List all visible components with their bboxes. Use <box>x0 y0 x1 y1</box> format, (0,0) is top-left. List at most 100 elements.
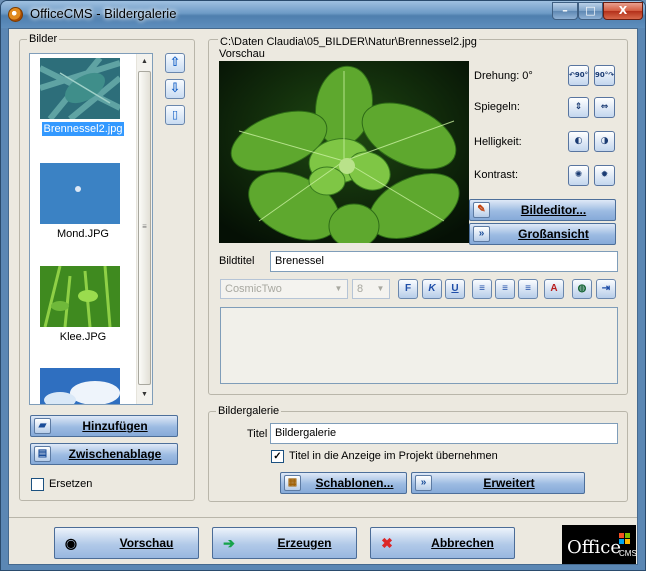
gallery-title-input[interactable]: Bildergalerie <box>270 423 618 444</box>
flip-horizontal-icon: ⇔ <box>600 102 609 112</box>
flip-vertical-icon: ⇕ <box>574 102 583 112</box>
chevron-down-icon: ▼ <box>376 284 385 293</box>
font-size-value: 8 <box>357 283 364 295</box>
list-item[interactable]: Klee.JPG <box>30 266 136 346</box>
font-family-select[interactable]: CosmicTwo ▼ <box>220 279 348 299</box>
scroll-up-icon[interactable]: ▲ <box>137 54 152 70</box>
large-view-button-label: Großansicht <box>518 227 589 241</box>
italic-button[interactable]: K <box>422 279 442 299</box>
brightness-down-icon: ◐ <box>574 136 583 146</box>
preview-button[interactable]: ◉ Vorschau <box>54 527 199 559</box>
large-view-button[interactable]: » Großansicht <box>469 223 616 245</box>
rotate-right-button[interactable]: 90°↷ <box>594 65 615 86</box>
list-item[interactable]: Mond.JPG <box>30 163 136 243</box>
image-path: C:\Daten Claudia\05_BILDER\Natur\Brennes… <box>218 36 479 48</box>
logo-sub: CMS <box>619 549 637 558</box>
underline-button[interactable]: U <box>445 279 465 299</box>
cancel-button[interactable]: ✖ Abbrechen <box>370 527 515 559</box>
text-color-button[interactable]: A <box>544 279 564 299</box>
arrow-down-icon: ⇩ <box>169 81 181 96</box>
contrast-down-button[interactable]: ✺ <box>568 165 589 186</box>
officecms-logo: Office CMS <box>562 525 637 564</box>
arrow-up-icon: ⇧ <box>169 55 181 70</box>
hyperlink-button[interactable]: ◍ <box>572 279 592 299</box>
templates-button-label: Schablonen... <box>315 476 394 490</box>
image-properties-button[interactable]: ▯ <box>165 105 185 125</box>
bold-button[interactable]: F <box>398 279 418 299</box>
palette-icon: ✎ <box>473 202 490 218</box>
move-up-button[interactable]: ⇧ <box>165 53 185 73</box>
insert-button[interactable]: ⇥ <box>596 279 616 299</box>
thumbnail-scrollbar[interactable]: ▲ ≡ ▼ <box>136 54 152 404</box>
folder-open-icon: ▰ <box>34 418 51 434</box>
rotate-left-icon: ↶90° <box>569 71 589 79</box>
font-size-select[interactable]: 8 ▼ <box>352 279 390 299</box>
double-chevron-right-icon: » <box>473 226 490 242</box>
brightness-up-button[interactable]: ◑ <box>594 131 615 152</box>
align-right-button[interactable]: ≡ <box>518 279 538 299</box>
thumbnail-caption-text: Brennessel2.jpg <box>40 121 126 137</box>
align-left-icon: ≡ <box>479 283 485 294</box>
image-editor-button-label: Bildeditor... <box>520 203 587 217</box>
extended-button-label: Erweitert <box>483 476 535 490</box>
close-button[interactable]: X <box>603 2 643 20</box>
image-editor-button[interactable]: ✎ Bildeditor... <box>469 199 616 221</box>
sky-thumbnail <box>40 368 120 404</box>
clipboard-button[interactable]: ▤ Zwischenablage <box>30 443 178 465</box>
apply-title-checkbox[interactable]: ✓ <box>271 450 284 463</box>
moon-thumbnail <box>40 163 120 224</box>
image-title-label: Bildtitel <box>219 255 255 267</box>
gallery-title-label: Titel <box>247 428 268 440</box>
eye-icon: ◉ <box>64 535 78 551</box>
rotation-label: Drehung: 0° <box>474 70 533 82</box>
list-item[interactable]: Brennessel2.jpg <box>30 58 136 138</box>
scroll-down-icon[interactable]: ▼ <box>137 387 152 403</box>
main-window: OfficeCMS - Bildergalerie – □ X Bilder B… <box>0 0 646 571</box>
windows-flag-icon <box>619 529 631 544</box>
list-item[interactable] <box>30 368 136 404</box>
thumbnail-caption: Brennessel2.jpg <box>30 121 136 137</box>
move-down-button[interactable]: ⇩ <box>165 79 185 99</box>
image-title-input[interactable]: Brenessel <box>270 251 618 272</box>
templates-button[interactable]: ▦ Schablonen... <box>280 472 407 494</box>
window-title: OfficeCMS - Bildergalerie <box>30 6 177 21</box>
dialog-client-area: Bilder Brennessel2.jpg Mond.JPG Klee.JPG… <box>8 28 638 565</box>
contrast-label: Kontrast: <box>474 169 519 181</box>
clipboard-button-label: Zwischenablage <box>68 447 162 461</box>
description-textarea[interactable] <box>220 307 618 384</box>
frame-icon: ▯ <box>171 108 179 121</box>
green-arrow-icon: ➔ <box>223 535 235 551</box>
image-preview[interactable] <box>219 61 469 243</box>
font-family-value: CosmicTwo <box>225 283 282 295</box>
title-bar[interactable]: OfficeCMS - Bildergalerie – □ X <box>1 1 645 28</box>
double-chevron-right-icon: » <box>415 475 432 491</box>
contrast-up-icon: ✹ <box>600 170 609 180</box>
scrollbar-thumb[interactable]: ≡ <box>138 71 151 385</box>
apply-title-label[interactable]: Titel in die Anzeige im Projekt übernehm… <box>289 450 498 462</box>
nettle-thumbnail <box>40 58 120 119</box>
add-button[interactable]: ▰ Hinzufügen <box>30 415 178 437</box>
image-thumbnail-list[interactable]: Brennessel2.jpg Mond.JPG Klee.JPG ▲ ≡ ▼ <box>29 53 153 405</box>
preview-label: Vorschau <box>219 48 265 60</box>
maximize-button[interactable]: □ <box>578 2 603 20</box>
mirror-vertical-button[interactable]: ⇕ <box>568 97 589 118</box>
minimize-button[interactable]: – <box>552 2 578 20</box>
align-center-button[interactable]: ≡ <box>495 279 515 299</box>
logo-text: Office <box>567 537 622 558</box>
app-icon <box>8 7 23 22</box>
add-button-label: Hinzufügen <box>82 419 148 433</box>
replace-checkbox[interactable] <box>31 478 44 491</box>
rotate-left-button[interactable]: ↶90° <box>568 65 589 86</box>
clipboard-icon: ▤ <box>34 446 51 462</box>
align-left-button[interactable]: ≡ <box>472 279 492 299</box>
images-group-label: Bilder <box>27 33 60 45</box>
replace-label[interactable]: Ersetzen <box>49 478 92 490</box>
extended-button[interactable]: » Erweitert <box>411 472 585 494</box>
generate-button[interactable]: ➔ Erzeugen <box>212 527 357 559</box>
preview-button-label: Vorschau <box>119 536 174 550</box>
mirror-horizontal-button[interactable]: ⇔ <box>594 97 615 118</box>
contrast-up-button[interactable]: ✹ <box>594 165 615 186</box>
brightness-down-button[interactable]: ◐ <box>568 131 589 152</box>
brightness-label: Helligkeit: <box>474 136 522 148</box>
nettle-preview-image <box>219 61 469 243</box>
